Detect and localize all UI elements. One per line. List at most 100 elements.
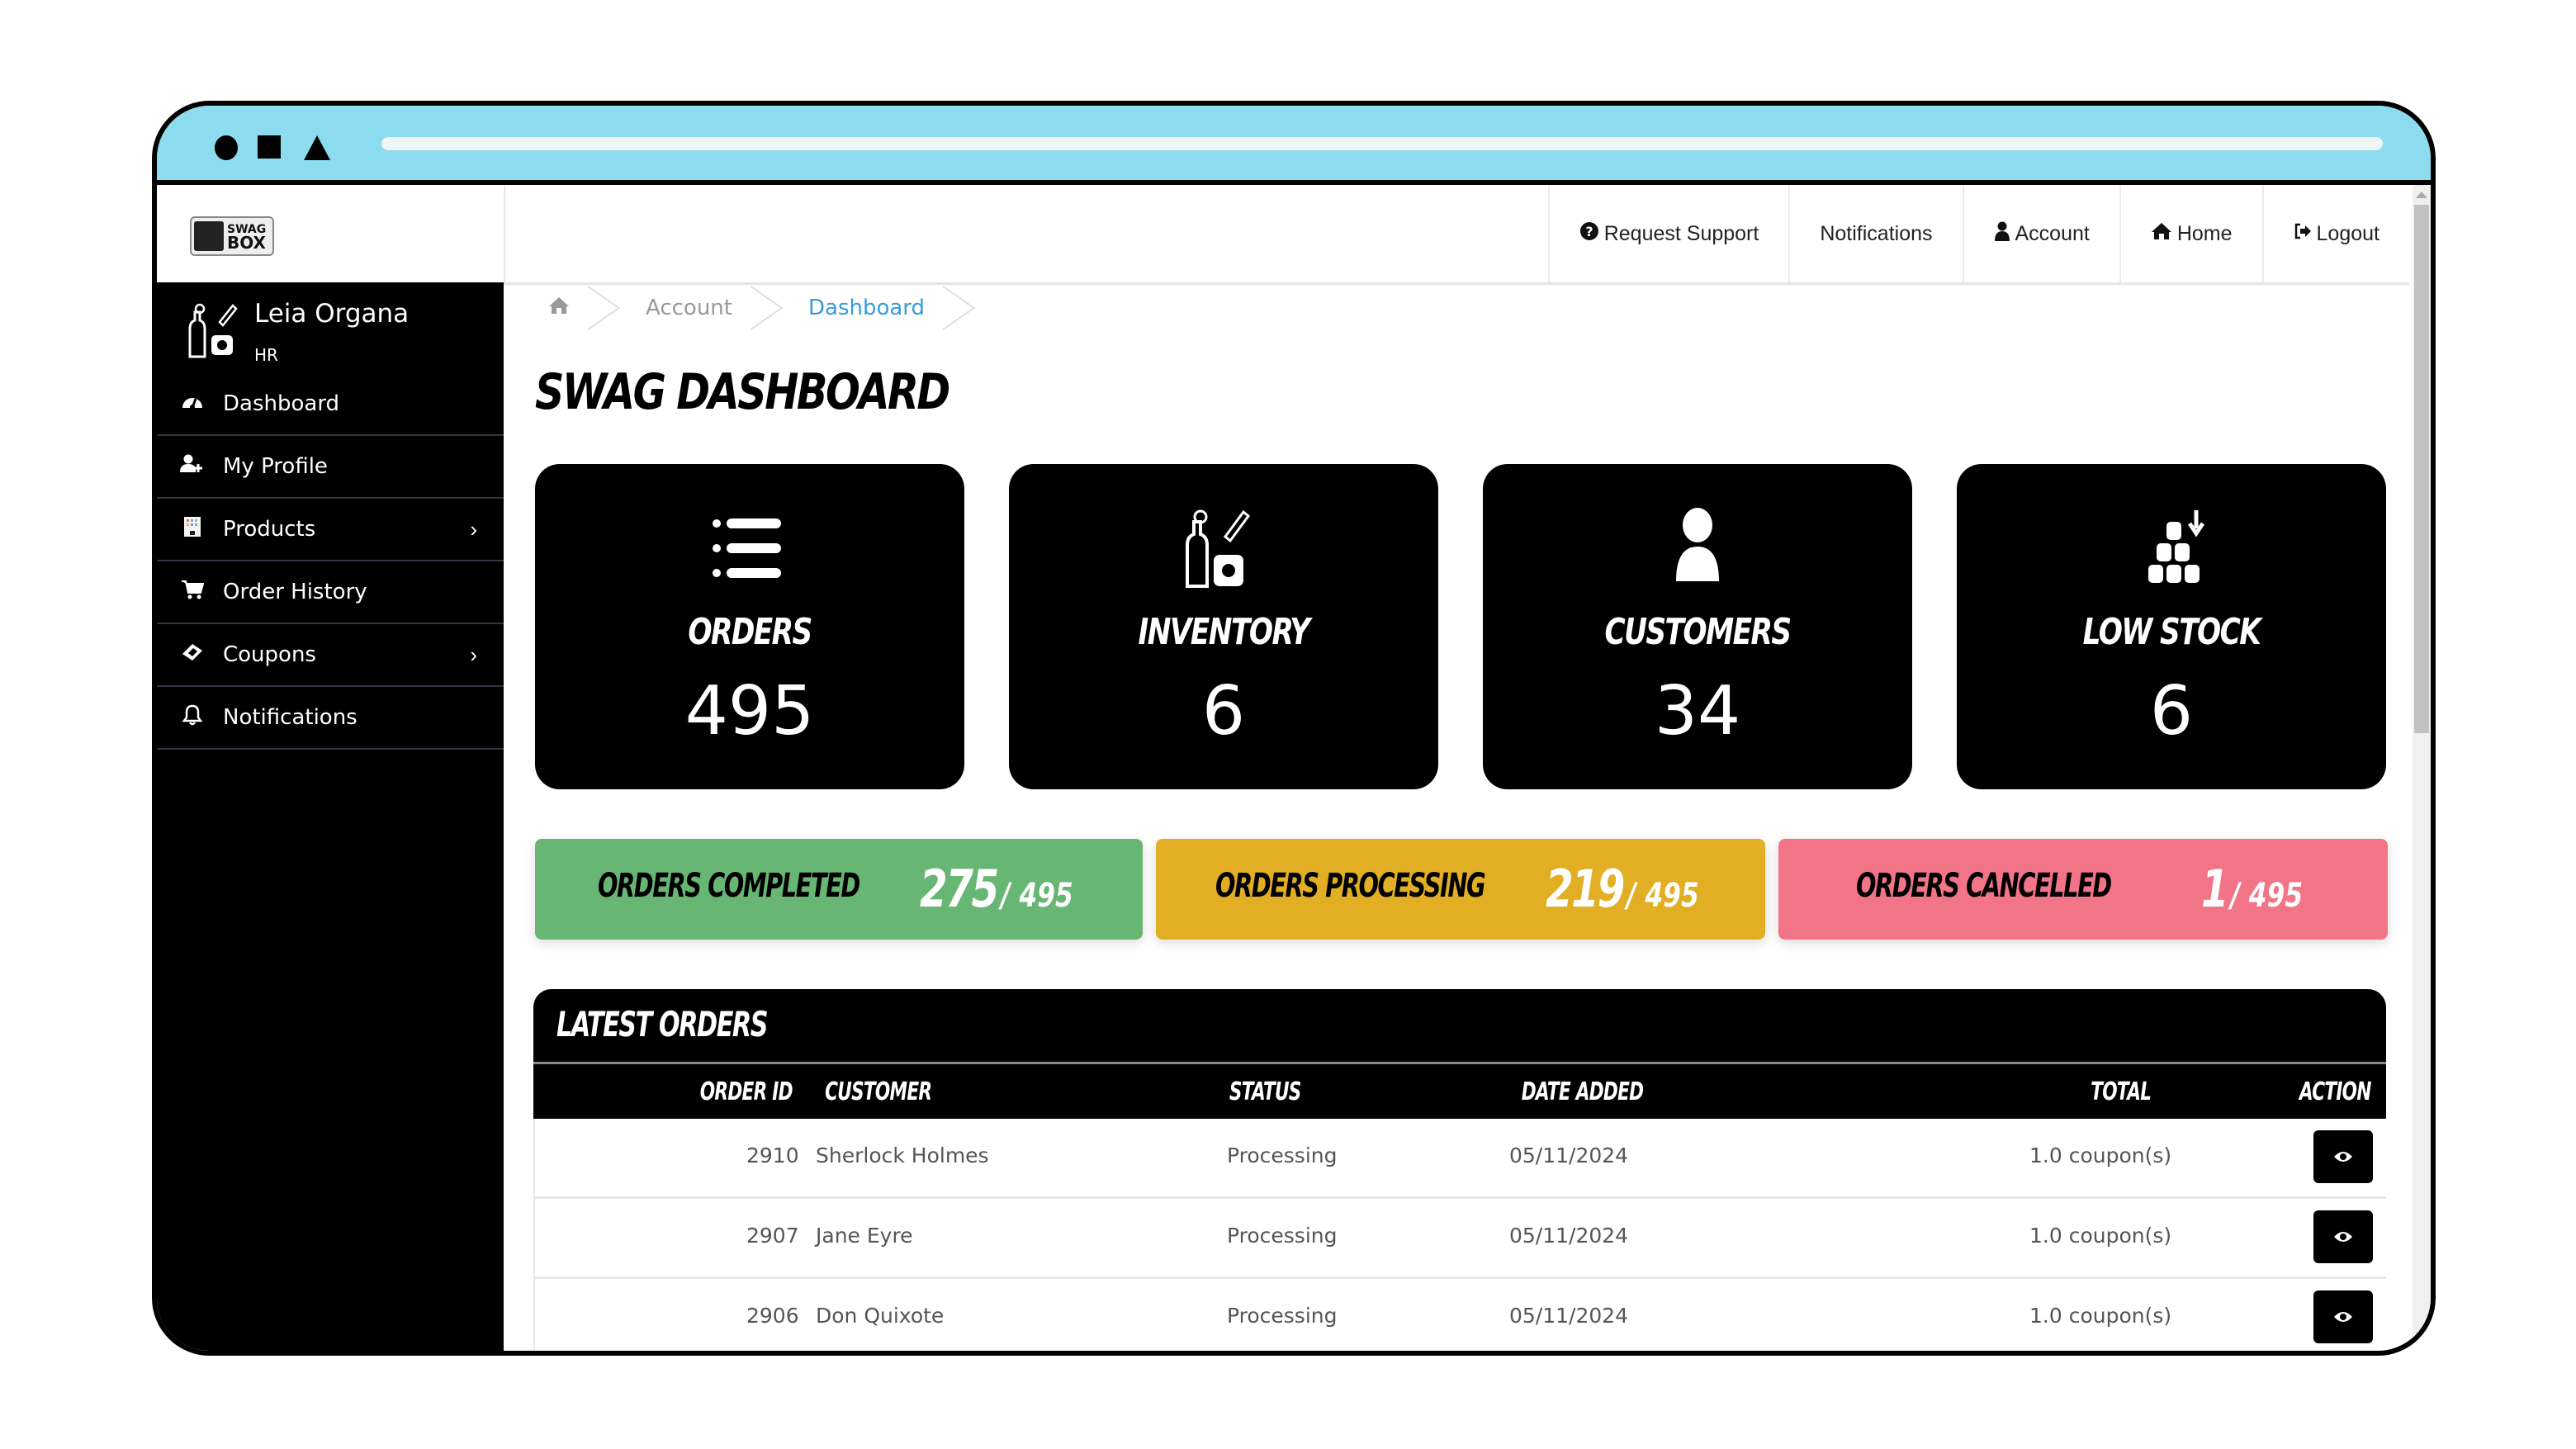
status-label: ORDERS CANCELLED	[1856, 867, 2112, 905]
stat-card-low-stock[interactable]: LOW STOCK 6	[1957, 464, 2386, 789]
cart-icon	[180, 580, 205, 605]
column-header-total[interactable]: TOTAL	[2091, 1077, 2152, 1106]
sidebar-item-label: Order History	[223, 580, 367, 604]
order-date: 05/11/2024	[1509, 1224, 1629, 1248]
nav-home[interactable]: Home	[2119, 185, 2262, 282]
status-value: 1 / 495	[2201, 859, 2303, 919]
chevron-right-icon: ›	[470, 642, 477, 667]
breadcrumb-account[interactable]: Account	[608, 282, 770, 334]
status-label: ORDERS COMPLETED	[598, 867, 860, 905]
bell-icon	[180, 704, 205, 732]
scroll-up-arrow-icon[interactable]	[2416, 192, 2427, 198]
logo-cell: SWAG BOX	[157, 185, 505, 282]
sidebar-item-coupons[interactable]: Coupons ›	[157, 624, 504, 687]
svg-text:?: ?	[1585, 224, 1593, 239]
vertical-scrollbar[interactable]	[2413, 185, 2431, 1351]
order-status: Processing	[1227, 1304, 1338, 1328]
top-navbar: SWAG BOX ? Request Support Notifications	[157, 185, 2409, 285]
order-id: 2906	[746, 1304, 799, 1328]
logo-mark-icon	[194, 221, 224, 251]
status-value: 275 / 495	[920, 859, 1073, 919]
table-row: 2907 Jane Eyre Processing 05/11/2024 1.0…	[533, 1199, 2386, 1279]
table-row: 2910 Sherlock Holmes Processing 05/11/20…	[533, 1119, 2386, 1199]
question-circle-icon: ?	[1579, 221, 1599, 247]
user-role: HR	[254, 345, 278, 365]
status-count: 1	[2201, 859, 2229, 919]
swag-items-icon	[1186, 509, 1251, 588]
order-id: 2910	[746, 1144, 799, 1167]
table-row: 2906 Don Quixote Processing 05/11/2024 1…	[533, 1279, 2386, 1351]
sidebar-item-order-history[interactable]: Order History	[157, 561, 504, 624]
column-header-status[interactable]: STATUS	[1229, 1077, 1301, 1106]
sidebar-item-label: Dashboard	[223, 391, 340, 416]
stat-card-orders[interactable]: ORDERS 495	[535, 464, 964, 789]
order-total: 1.0 coupon(s)	[2029, 1144, 2172, 1167]
status-total: / 495	[1001, 877, 1073, 915]
stat-value: 495	[684, 672, 815, 751]
scrollbar-thumb[interactable]	[2414, 205, 2429, 733]
swag-box-logo[interactable]: SWAG BOX	[190, 216, 274, 256]
stat-label: INVENTORY	[1138, 611, 1310, 653]
dashboard-gauge-icon	[180, 391, 205, 417]
order-date: 05/11/2024	[1509, 1304, 1629, 1328]
nav-account-label: Account	[2015, 221, 2090, 245]
window-chrome	[157, 106, 2431, 185]
chevron-right-icon: ›	[470, 516, 477, 542]
view-order-button[interactable]	[2313, 1130, 2373, 1183]
breadcrumb: Account Dashboard	[504, 282, 963, 334]
order-status: Processing	[1227, 1144, 1338, 1167]
sidebar-item-notifications[interactable]: Notifications	[157, 687, 504, 750]
nav-logout[interactable]: Logout	[2261, 185, 2409, 282]
status-card-cancelled[interactable]: ORDERS CANCELLED 1 / 495	[1778, 839, 2388, 940]
home-icon	[548, 296, 570, 320]
sidebar-item-dashboard[interactable]: Dashboard	[157, 373, 504, 436]
home-icon	[2151, 222, 2172, 246]
page-title: SWAG DASHBOARD	[535, 363, 950, 421]
order-id: 2907	[746, 1224, 799, 1248]
main-content: Account Dashboard SWAG DASHBOARD ORDERS …	[504, 282, 2409, 1351]
sidebar-item-my-profile[interactable]: My Profile	[157, 436, 504, 499]
stat-value: 34	[1654, 672, 1741, 751]
view-order-button[interactable]	[2313, 1210, 2373, 1263]
stat-card-customers[interactable]: CUSTOMERS 34	[1483, 464, 1912, 789]
nav-home-label: Home	[2176, 221, 2233, 245]
breadcrumb-home[interactable]	[504, 282, 608, 334]
window-square-icon	[258, 135, 281, 159]
eye-icon	[2334, 1312, 2352, 1322]
list-icon	[713, 519, 781, 578]
ticket-icon	[180, 642, 205, 668]
status-count: 275	[920, 859, 999, 919]
stock-down-icon	[2148, 510, 2205, 583]
latest-orders-title: LATEST ORDERS	[556, 1004, 769, 1044]
breadcrumb-dashboard[interactable]: Dashboard	[770, 282, 963, 334]
nav-notifications[interactable]: Notifications	[1788, 185, 1962, 282]
column-header-order-id[interactable]: ORDER ID	[700, 1077, 793, 1106]
address-bar[interactable]	[381, 137, 2383, 150]
window-circle-icon	[215, 135, 238, 160]
device-frame: SWAG BOX ? Request Support Notifications	[152, 101, 2436, 1356]
user-plus-icon	[180, 454, 205, 480]
order-customer: Sherlock Holmes	[816, 1144, 989, 1167]
window-triangle-icon	[304, 135, 330, 160]
user-name: Leia Organa	[254, 299, 410, 329]
nav-account[interactable]: Account	[1962, 185, 2119, 282]
nav-notifications-label: Notifications	[1820, 221, 1933, 245]
sidebar-item-label: Notifications	[223, 705, 358, 730]
app: SWAG BOX ? Request Support Notifications	[157, 185, 2431, 1351]
user-profile: Leia Organa HR	[157, 282, 504, 373]
nav-logout-label: Logout	[2316, 221, 2379, 245]
status-card-processing[interactable]: ORDERS PROCESSING 219 / 495	[1156, 839, 1765, 940]
stat-label: CUSTOMERS	[1604, 611, 1792, 653]
column-header-customer[interactable]: CUSTOMER	[825, 1077, 932, 1106]
sidebar-item-label: My Profile	[223, 454, 328, 479]
stat-card-inventory[interactable]: INVENTORY 6	[1009, 464, 1438, 789]
column-header-date-added[interactable]: DATE ADDED	[1522, 1077, 1644, 1106]
nav-request-support[interactable]: ? Request Support	[1547, 185, 1789, 282]
user-icon	[1994, 221, 2010, 247]
column-header-action: ACTION	[2299, 1077, 2372, 1106]
order-total: 1.0 coupon(s)	[2029, 1224, 2172, 1248]
nav-request-support-label: Request Support	[1603, 221, 1759, 245]
status-card-completed[interactable]: ORDERS COMPLETED 275 / 495	[535, 839, 1143, 940]
view-order-button[interactable]	[2313, 1290, 2373, 1343]
sidebar-item-products[interactable]: Products ›	[157, 499, 504, 561]
